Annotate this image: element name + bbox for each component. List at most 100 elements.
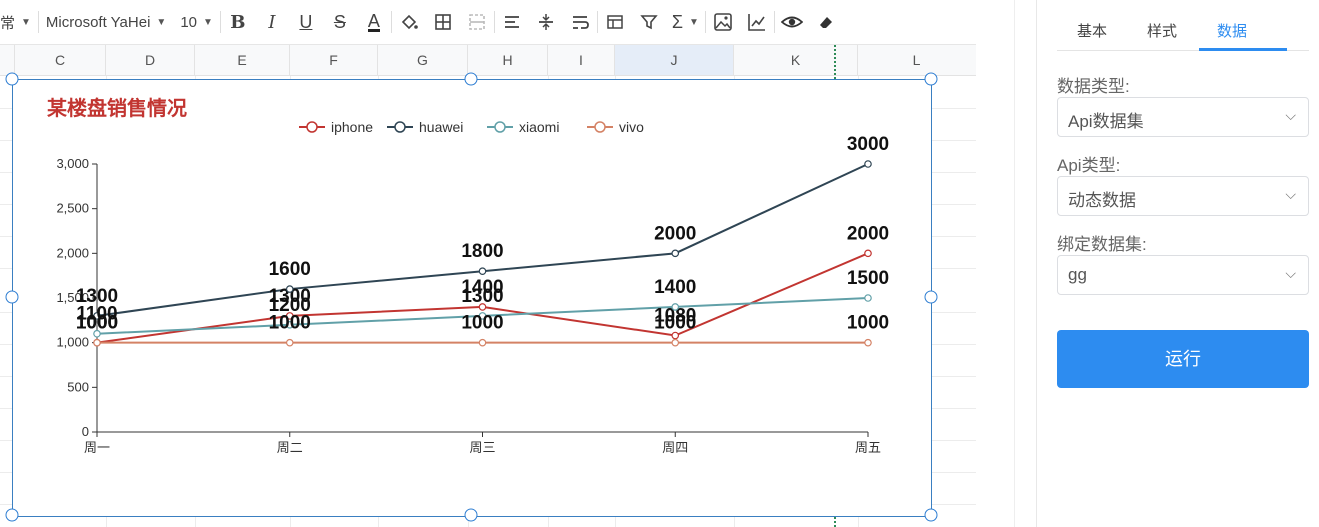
x-tick-label: 周五	[855, 440, 881, 455]
tab-basic[interactable]: 基本	[1077, 20, 1107, 41]
data-point	[285, 285, 294, 293]
data-point	[285, 338, 294, 347]
underline-icon[interactable]: U	[295, 11, 317, 33]
column-header-k[interactable]: K	[734, 45, 858, 75]
y-tick-label: 1,000	[56, 335, 89, 350]
x-tick-label: 周四	[662, 440, 688, 455]
font-size-dropdown[interactable]: 10 ▼	[173, 0, 220, 44]
properties-panel: 基本 样式 数据 数据类型: Api数据集 ⌵ Api类型: 动态数据 ⌵ 绑定…	[1036, 0, 1319, 527]
chart-container[interactable]: 某楼盘销售情况 0 500 1,000 1,500 2,000 2,500 3,000 周一周…	[12, 79, 932, 517]
chevron-down-icon: ⌵	[1285, 186, 1296, 202]
y-tick-label: 2,000	[56, 245, 89, 260]
preview-icon[interactable]	[780, 11, 803, 33]
data-type-value: Api数据集	[1068, 112, 1144, 131]
legend-label: iphone	[331, 119, 373, 135]
legend-label: vivo	[619, 119, 644, 135]
resize-handle-bottom[interactable]	[464, 508, 478, 522]
italic-icon[interactable]: I	[261, 11, 283, 33]
data-label: 3000	[847, 134, 889, 155]
strikethrough-icon[interactable]: S	[329, 11, 351, 33]
legend-marker-dot	[594, 121, 606, 133]
font-color-icon[interactable]: A	[363, 11, 385, 33]
clear-icon[interactable]	[815, 11, 837, 33]
y-tick-label: 0	[82, 424, 89, 439]
table-icon[interactable]	[604, 11, 626, 33]
wrap-text-icon[interactable]	[569, 11, 591, 33]
cell-style-dropdown[interactable]: 常 ▼	[0, 0, 38, 44]
toolbar: 常 ▼ Microsoft YaHei ▼ 10 ▼ B I U S A Σ ▼	[0, 0, 976, 45]
filter-icon[interactable]	[638, 11, 660, 33]
sum-dropdown[interactable]: Σ ▼	[666, 0, 705, 44]
resize-handle-top-right[interactable]	[924, 72, 938, 86]
data-point	[864, 294, 872, 302]
data-point	[864, 338, 872, 347]
data-label: 1000	[654, 313, 696, 334]
data-label: 1800	[461, 241, 503, 262]
resize-handle-bottom-right[interactable]	[924, 508, 938, 522]
data-label: 1000	[76, 313, 118, 334]
column-header-d[interactable]: D	[106, 45, 195, 75]
api-type-select[interactable]: 动态数据 ⌵	[1057, 176, 1309, 216]
x-tick-label: 周三	[469, 440, 495, 455]
toolbar-divider	[773, 11, 775, 33]
toolbar-divider	[493, 11, 495, 33]
align-vertical-icon[interactable]	[535, 11, 557, 33]
font-size-value: 10	[180, 13, 197, 31]
resize-handle-right[interactable]	[924, 290, 938, 304]
cell-style-label: 常	[0, 14, 16, 32]
align-horizontal-icon[interactable]	[501, 11, 523, 33]
column-header-l[interactable]: L	[858, 45, 975, 75]
legend-label: huawei	[419, 119, 463, 135]
y-tick-label: 2,500	[56, 201, 89, 216]
chart-icon[interactable]	[746, 11, 768, 33]
bold-icon[interactable]: B	[227, 11, 249, 33]
column-header-f[interactable]: F	[290, 45, 378, 75]
data-label: 1000	[847, 313, 889, 334]
merge-cells-icon[interactable]	[466, 11, 488, 33]
tab-data[interactable]: 数据	[1217, 20, 1247, 41]
column-header-g[interactable]: G	[378, 45, 468, 75]
image-icon[interactable]	[712, 11, 734, 33]
toolbar-divider	[596, 11, 598, 33]
data-label: 1600	[269, 259, 311, 280]
x-tick-label: 周一	[84, 440, 110, 455]
data-label: 1300	[461, 286, 503, 307]
tab-style[interactable]: 样式	[1147, 20, 1177, 41]
resize-handle-top-left[interactable]	[5, 72, 19, 86]
data-point	[864, 160, 872, 168]
toolbar-divider	[390, 11, 392, 33]
toolbar-divider	[219, 11, 221, 33]
data-point	[671, 303, 680, 311]
data-point	[93, 338, 101, 347]
column-header-j[interactable]: J	[615, 45, 734, 75]
data-point	[864, 249, 872, 258]
x-tick-label: 周二	[277, 440, 303, 455]
chevron-down-icon: ▼	[156, 16, 167, 28]
resize-handle-top[interactable]	[464, 72, 478, 86]
column-header-i[interactable]: I	[548, 45, 615, 75]
column-header-e[interactable]: E	[195, 45, 290, 75]
data-point	[478, 267, 487, 276]
legend-label: xiaomi	[519, 119, 559, 135]
resize-handle-bottom-left[interactable]	[5, 508, 19, 522]
y-tick-label: 3,000	[56, 156, 89, 171]
dataset-select[interactable]: gg ⌵	[1057, 255, 1309, 295]
api-type-value: 动态数据	[1068, 191, 1136, 210]
column-header-h[interactable]: H	[468, 45, 548, 75]
data-point	[671, 338, 680, 347]
column-header-c[interactable]: C	[15, 45, 106, 75]
chevron-down-icon: ⌵	[1285, 107, 1296, 123]
resize-handle-left[interactable]	[5, 290, 19, 304]
data-point	[478, 338, 487, 347]
line-chart[interactable]: 05001,0001,5002,0002,5003,000周一 周二 周三 周四 周五i…	[13, 80, 931, 516]
data-label: 1500	[847, 268, 889, 289]
dataset-label: 绑定数据集:	[1057, 235, 1147, 254]
run-button[interactable]: 运行	[1057, 330, 1309, 388]
active-tab-indicator	[1199, 48, 1287, 51]
font-family-dropdown[interactable]: Microsoft YaHei ▼	[39, 0, 173, 44]
fill-color-icon[interactable]	[398, 11, 420, 33]
borders-icon[interactable]	[432, 11, 454, 33]
data-type-select[interactable]: Api数据集 ⌵	[1057, 97, 1309, 137]
data-point	[671, 249, 680, 258]
column-header: C D E F G H I J K L	[0, 45, 976, 76]
